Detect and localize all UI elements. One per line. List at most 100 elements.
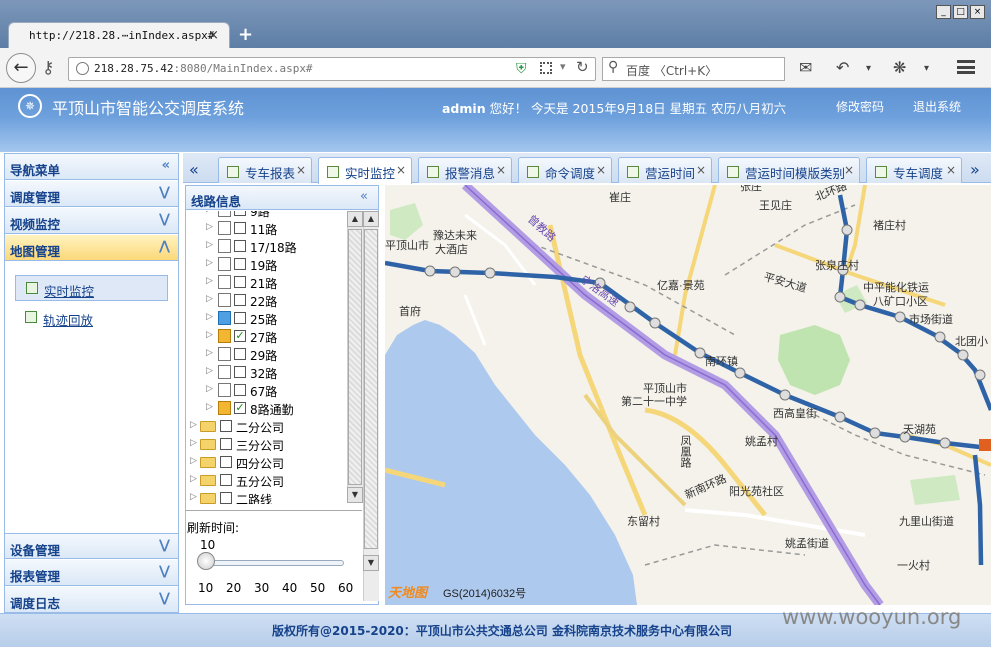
route-checkbox[interactable]: [234, 348, 246, 360]
qr-code-icon[interactable]: [540, 62, 552, 74]
company-checkbox[interactable]: [220, 438, 232, 450]
reload-icon[interactable]: ↻: [576, 58, 589, 76]
route-checkbox[interactable]: [234, 312, 246, 324]
collapse-left-icon[interactable]: «: [162, 158, 170, 173]
close-window-button[interactable]: ×: [970, 5, 985, 19]
map-view[interactable]: 张庄 北环路 王见庄 崔庄 褚庄村 平顶山市 豫达未来 大酒店 张泉庄村 亿嘉·…: [385, 185, 991, 605]
company-checkbox[interactable]: [220, 492, 232, 504]
route-item[interactable]: ▷ 32路: [206, 364, 346, 382]
route-item[interactable]: ▷ 25路: [206, 310, 346, 328]
route-checkbox[interactable]: [234, 294, 246, 306]
slider-handle[interactable]: [197, 552, 215, 570]
route-item[interactable]: ▷ 67路: [206, 382, 346, 400]
route-checkbox[interactable]: [234, 211, 246, 216]
refresh-slider[interactable]: [204, 560, 344, 566]
route-item[interactable]: ▷ ✓ 27路: [206, 328, 346, 346]
expand-icon[interactable]: ▷: [206, 348, 213, 358]
expand-icon[interactable]: ▷: [206, 384, 213, 394]
tab-close-icon[interactable]: ×: [296, 163, 306, 177]
company-item[interactable]: ▷ 五分公司: [190, 472, 346, 490]
url-text[interactable]: 218.28.75.42:8080/MainIndex.aspx#: [94, 62, 313, 75]
nav-section-map[interactable]: 地图管理 ⋀: [5, 235, 178, 261]
expand-icon[interactable]: ▷: [190, 456, 197, 466]
map-canvas[interactable]: 张庄 北环路 王见庄 崔庄 褚庄村 平顶山市 豫达未来 大酒店 张泉庄村 亿嘉·…: [385, 185, 991, 605]
nav-item-realtime-monitor[interactable]: 实时监控: [15, 275, 168, 301]
change-password-link[interactable]: 修改密码: [836, 98, 884, 115]
nav-section-dispatch[interactable]: 调度管理 ⋁: [5, 181, 178, 207]
scroll-down-icon[interactable]: ▼: [363, 555, 379, 571]
company-item[interactable]: ▷ 二分公司: [190, 418, 346, 436]
expand-icon[interactable]: ▷: [190, 420, 197, 430]
company-item[interactable]: ▷ 二路线: [190, 490, 346, 504]
route-item[interactable]: ▷ 11路: [206, 220, 346, 238]
expand-icon[interactable]: ▷: [206, 222, 213, 232]
url-dropdown-icon[interactable]: ▾: [560, 60, 566, 73]
expand-icon[interactable]: ▷: [206, 276, 213, 286]
tab-close-icon[interactable]: ×: [208, 28, 219, 43]
extension-dropdown-icon[interactable]: ▾: [924, 63, 929, 74]
expand-icon[interactable]: ▷: [206, 240, 213, 250]
route-item[interactable]: ▷ 29路: [206, 346, 346, 364]
tab-close-icon[interactable]: ×: [496, 163, 506, 177]
company-checkbox[interactable]: [220, 420, 232, 432]
browser-tab[interactable]: http://218.28.⋯inIndex.aspx#: [8, 22, 230, 48]
nav-title[interactable]: 导航菜单 «: [5, 154, 178, 180]
expand-icon[interactable]: ▷: [190, 492, 197, 502]
tab-special-dispatch[interactable]: 专车调度 ×: [866, 157, 962, 183]
tab-realtime-monitor[interactable]: 实时监控 ×: [318, 157, 412, 184]
tab-close-icon[interactable]: ×: [946, 163, 956, 177]
route-item[interactable]: ▷ 9路: [206, 211, 346, 220]
tree-scrollbar-thumb[interactable]: [348, 229, 362, 485]
collapse-left-icon[interactable]: «: [360, 189, 368, 204]
nav-item-track-playback[interactable]: 轨迹回放: [15, 305, 168, 331]
expand-icon[interactable]: ▷: [206, 312, 213, 322]
panel-scrollbar-thumb[interactable]: [364, 229, 378, 549]
nav-section-video[interactable]: 视频监控 ⋁: [5, 208, 178, 234]
new-tab-button[interactable]: +: [238, 24, 253, 45]
extension-icon[interactable]: ❋: [893, 58, 906, 77]
expand-icon[interactable]: ▷: [206, 402, 213, 412]
company-item[interactable]: ▷ 四分公司: [190, 454, 346, 472]
tab-command-dispatch[interactable]: 命令调度 ×: [518, 157, 612, 183]
expand-icon[interactable]: ▷: [206, 294, 213, 304]
route-checkbox[interactable]: [234, 222, 246, 234]
expand-icon[interactable]: ▷: [190, 438, 197, 448]
back-button[interactable]: ←: [6, 53, 36, 83]
company-checkbox[interactable]: [220, 474, 232, 486]
logout-link[interactable]: 退出系统: [913, 98, 961, 115]
tab-close-icon[interactable]: ×: [396, 163, 406, 177]
tab-scroll-left-icon[interactable]: «: [189, 160, 199, 179]
route-item[interactable]: ▷ 17/18路: [206, 238, 346, 256]
key-icon[interactable]: ⚷: [42, 58, 54, 78]
expand-icon[interactable]: ▷: [206, 366, 213, 376]
expand-icon[interactable]: ▷: [206, 258, 213, 268]
route-checkbox[interactable]: [234, 240, 246, 252]
nav-section-report[interactable]: 报表管理 ⋁: [5, 560, 178, 586]
route-item[interactable]: ▷ 19路: [206, 256, 346, 274]
tab-close-icon[interactable]: ×: [596, 163, 606, 177]
scroll-up-icon[interactable]: ▲: [363, 211, 379, 227]
route-item[interactable]: ▷ ✓ 8路通勤: [206, 400, 346, 418]
route-checkbox[interactable]: ✓: [234, 402, 246, 414]
route-checkbox[interactable]: [234, 258, 246, 270]
company-checkbox[interactable]: [220, 456, 232, 468]
chat-icon[interactable]: ✉: [799, 58, 812, 77]
tab-close-icon[interactable]: ×: [696, 163, 706, 177]
tab-close-icon[interactable]: ×: [844, 163, 854, 177]
route-checkbox[interactable]: [234, 366, 246, 378]
nav-section-device[interactable]: 设备管理 ⋁: [5, 533, 178, 559]
expand-icon[interactable]: ▷: [206, 211, 213, 214]
scroll-up-icon[interactable]: ▲: [347, 211, 363, 227]
route-checkbox[interactable]: [234, 276, 246, 288]
scroll-down-icon[interactable]: ▼: [347, 487, 363, 503]
shield-icon[interactable]: ⛨: [516, 61, 527, 77]
tab-special-report[interactable]: 专车报表 ×: [218, 157, 312, 183]
tab-alarm-messages[interactable]: 报警消息 ×: [418, 157, 512, 183]
company-item[interactable]: ▷ 三分公司: [190, 436, 346, 454]
expand-icon[interactable]: ▷: [190, 474, 197, 484]
undo-icon[interactable]: ↶: [836, 58, 849, 77]
route-item[interactable]: ▷ 22路: [206, 292, 346, 310]
route-checkbox[interactable]: [234, 384, 246, 396]
minimize-button[interactable]: _: [936, 5, 951, 19]
tab-scroll-right-icon[interactable]: »: [970, 160, 980, 179]
